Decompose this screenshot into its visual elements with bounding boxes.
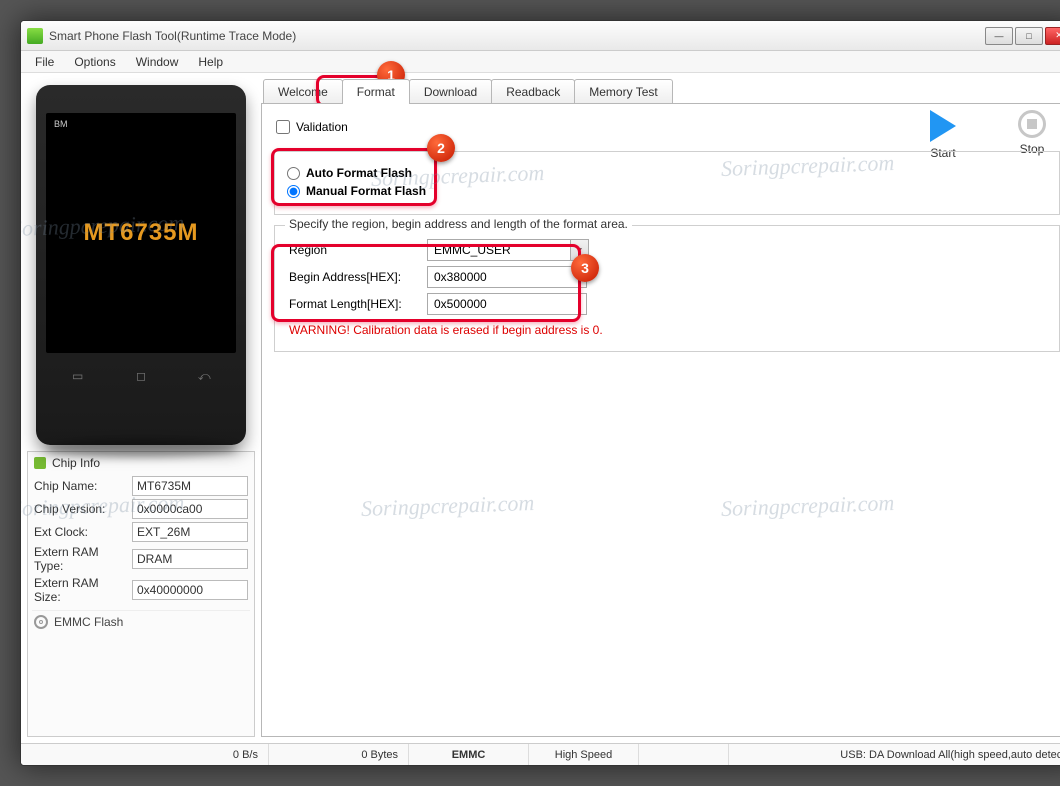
ram-type-label: Extern RAM Type: [34, 545, 128, 573]
app-icon [27, 28, 43, 44]
format-length-label: Format Length[HEX]: [289, 297, 421, 311]
menu-options[interactable]: Options [66, 53, 123, 71]
menubar: File Options Window Help [21, 51, 1060, 73]
ext-clock-label: Ext Clock: [34, 525, 128, 539]
phone-brand: BM [54, 119, 68, 129]
region-label: Region [289, 243, 421, 257]
status-storage: EMMC [409, 744, 529, 765]
tab-readback[interactable]: Readback [491, 79, 575, 104]
format-mode-group: Auto Format Flash Manual Format Flash 2 [274, 151, 1060, 215]
emmc-flash-label: EMMC Flash [54, 615, 123, 629]
format-length-input[interactable] [427, 293, 587, 315]
phone-graphic: BM MT6735M ▭ ◻ ⤺ [36, 85, 246, 445]
validation-checkbox-input[interactable] [276, 120, 290, 134]
manual-format-label: Manual Format Flash [306, 184, 426, 198]
chip-version-value: 0x0000ca00 [132, 499, 248, 519]
chip-info-panel: Chip Info Chip Name: MT6735M Chip Versio… [27, 451, 255, 737]
stop-icon [1018, 110, 1046, 138]
status-spacer [639, 744, 729, 765]
ext-clock-value: EXT_26M [132, 522, 248, 542]
ram-size-value: 0x40000000 [132, 580, 248, 600]
region-select[interactable]: EMMC_USER [427, 239, 589, 261]
status-bar: 0 B/s 0 Bytes EMMC High Speed USB: DA Do… [21, 743, 1060, 765]
chip-version-label: Chip Version: [34, 502, 128, 516]
tab-format[interactable]: Format [342, 79, 410, 104]
gear-icon [34, 615, 48, 629]
validation-checkbox[interactable]: Validation [276, 120, 348, 134]
chevron-down-icon [570, 240, 588, 260]
ram-type-value: DRAM [132, 549, 248, 569]
begin-address-input[interactable] [427, 266, 587, 288]
warning-text: WARNING! Calibration data is erased if b… [289, 323, 1045, 337]
auto-format-radio[interactable] [287, 167, 300, 180]
status-bytes: 0 Bytes [269, 744, 409, 765]
phone-back-icon: ⤺ [184, 367, 224, 385]
tab-memory-test[interactable]: Memory Test [574, 79, 672, 104]
tab-welcome[interactable]: Welcome [263, 79, 343, 104]
callout-badge-2: 2 [427, 134, 455, 162]
menu-help[interactable]: Help [190, 53, 231, 71]
ram-size-label: Extern RAM Size: [34, 576, 128, 604]
phone-screen: BM MT6735M [46, 113, 236, 353]
menu-file[interactable]: File [27, 53, 62, 71]
auto-format-label: Auto Format Flash [306, 166, 412, 180]
phone-chip-label: MT6735M [83, 219, 198, 247]
status-rate: 0 B/s [21, 744, 269, 765]
tab-download[interactable]: Download [409, 79, 492, 104]
region-value: EMMC_USER [428, 243, 570, 257]
validation-label: Validation [296, 120, 348, 134]
app-window: Smart Phone Flash Tool(Runtime Trace Mod… [20, 20, 1060, 766]
manual-format-radio[interactable] [287, 185, 300, 198]
status-usb: USB: DA Download All(high speed,auto det… [830, 744, 1060, 765]
menu-window[interactable]: Window [128, 53, 187, 71]
chip-name-label: Chip Name: [34, 479, 128, 493]
close-button[interactable]: ✕ [1045, 27, 1060, 45]
left-panel: BM MT6735M ▭ ◻ ⤺ Chip Info Chip Name: MT… [27, 79, 255, 737]
chip-name-value: MT6735M [132, 476, 248, 496]
spec-title: Specify the region, begin address and le… [285, 217, 632, 231]
window-title: Smart Phone Flash Tool(Runtime Trace Mod… [49, 29, 979, 43]
titlebar: Smart Phone Flash Tool(Runtime Trace Mod… [21, 21, 1060, 51]
phone-home-icon: ◻ [121, 367, 161, 385]
format-tab-content: Start Stop Validation [261, 103, 1060, 737]
chip-info-title: Chip Info [52, 456, 100, 470]
status-speed: High Speed [529, 744, 639, 765]
begin-address-label: Begin Address[HEX]: [289, 270, 421, 284]
spec-group: Specify the region, begin address and le… [274, 225, 1060, 352]
play-icon [930, 110, 956, 142]
maximize-button[interactable]: □ [1015, 27, 1043, 45]
minimize-button[interactable]: — [985, 27, 1013, 45]
chip-icon [34, 457, 46, 469]
phone-menu-icon: ▭ [58, 367, 98, 385]
tab-strip: Welcome Format Download Readback Memory … [261, 79, 1060, 104]
right-panel: Welcome Format Download Readback Memory … [261, 79, 1060, 737]
